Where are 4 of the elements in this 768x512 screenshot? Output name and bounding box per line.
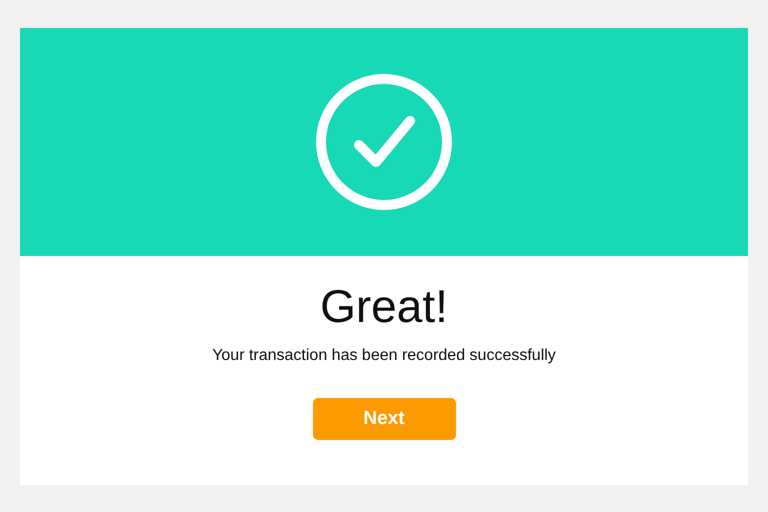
next-button[interactable]: Next bbox=[312, 398, 456, 440]
success-title: Great! bbox=[320, 279, 448, 334]
check-circle-icon bbox=[315, 73, 453, 211]
success-message: Your transaction has been recorded successfully bbox=[212, 346, 556, 366]
